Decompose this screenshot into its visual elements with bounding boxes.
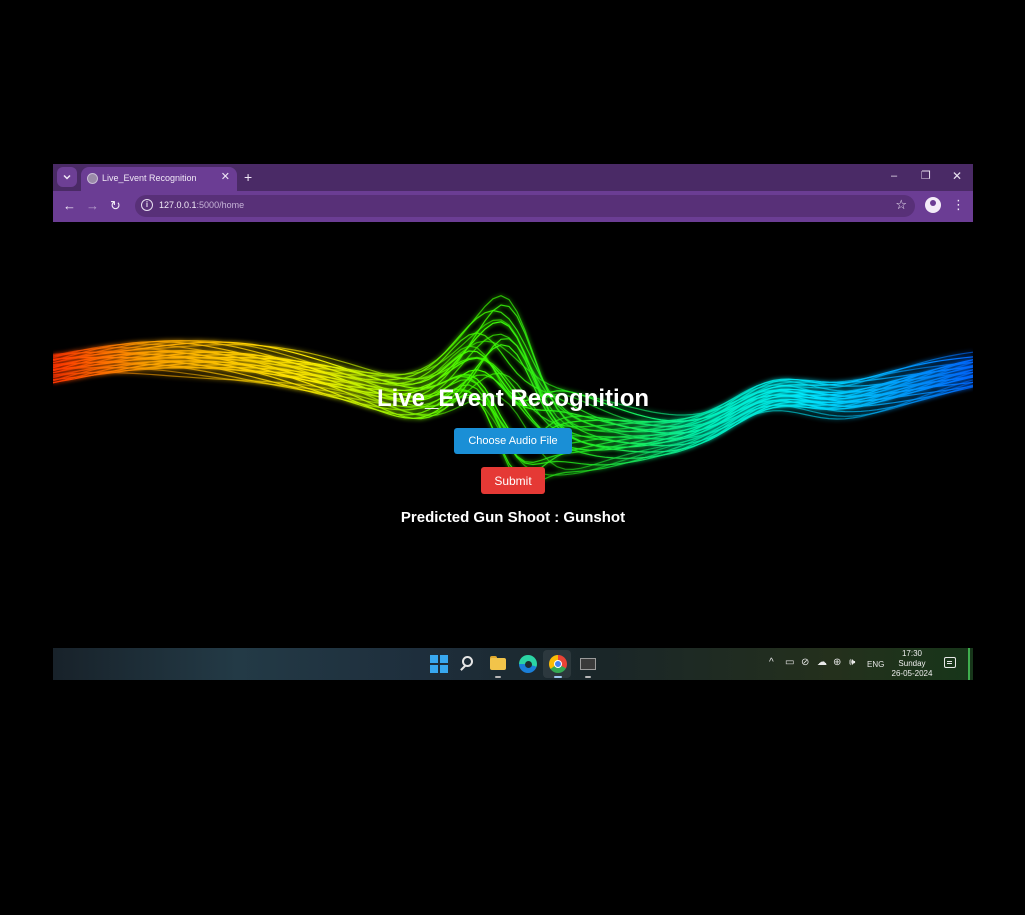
reload-button[interactable]: ↻ [110,198,121,214]
close-icon[interactable]: ✕ [221,170,230,184]
clock-time: 17:30 [887,649,937,659]
prediction-result: Predicted Gun Shoot : Gunshot [53,509,973,526]
browser-tab-strip: Live_Event Recognition ✕ + – ❐ ✕ [53,164,973,191]
clock-day: Sunday [887,659,937,669]
terminal-icon[interactable] [579,655,597,673]
running-indicator [554,676,562,678]
running-indicator [495,676,501,678]
wave-strand [53,320,973,431]
submit-button[interactable]: Submit [481,467,545,494]
tab-search-button[interactable] [57,167,77,187]
search-icon[interactable] [459,655,477,673]
address-bar[interactable]: i 127.0.0.1:5000/home ☆ [135,195,915,217]
url-path: :5000/home [197,200,245,210]
new-tab-button[interactable]: + [244,169,252,185]
windows-taskbar: ^ ▭ ⊘ ☁ ⊕ 🕪 ENG 17:30 Sunday 26-05-2024 [53,648,973,680]
battery-icon[interactable]: ▭ [785,657,794,669]
back-button[interactable]: ← [63,198,76,214]
browser-toolbar: ← → ↻ i 127.0.0.1:5000/home ☆ ⋮ [53,191,973,222]
globe-icon [87,173,98,184]
edge-icon[interactable] [519,655,537,673]
network-globe-icon[interactable]: ⊕ [833,657,841,669]
volume-icon[interactable]: 🕪 [849,657,855,669]
page-viewport: Live_Event Recognition Choose Audio File… [53,222,973,648]
camera-off-icon[interactable]: ⊘ [801,657,809,669]
url-text[interactable]: 127.0.0.1:5000/home [159,200,244,210]
choose-audio-file-button[interactable]: Choose Audio File [454,428,572,454]
running-indicator [585,676,591,678]
language-indicator[interactable]: ENG [867,659,884,671]
windows-start-icon[interactable] [430,655,448,673]
page-title: Live_Event Recognition [53,385,973,413]
chrome-icon[interactable] [549,655,567,673]
window-close-button[interactable]: ✕ [952,168,962,184]
minimize-button[interactable]: – [891,168,897,184]
wave-strand [53,311,973,432]
cloud-icon[interactable]: ☁ [817,657,827,669]
notification-icon[interactable] [944,657,956,668]
site-info-icon[interactable]: i [141,199,153,211]
menu-icon[interactable]: ⋮ [952,197,965,213]
show-desktop-strip[interactable] [968,648,970,680]
clock-date: 26-05-2024 [887,669,937,679]
chevron-down-icon [62,172,72,182]
tab-title: Live_Event Recognition [102,173,197,183]
profile-icon[interactable] [925,197,941,213]
star-icon[interactable]: ☆ [895,197,907,213]
restore-button[interactable]: ❐ [921,168,931,184]
forward-button[interactable]: → [86,198,99,214]
file-explorer-icon[interactable] [489,655,507,673]
chevron-up-icon[interactable]: ^ [769,657,774,669]
clock[interactable]: 17:30 Sunday 26-05-2024 [887,649,937,679]
browser-tab[interactable]: Live_Event Recognition ✕ [81,167,237,191]
desktop-screen: Live_Event Recognition ✕ + – ❐ ✕ ← → ↻ i… [53,164,973,680]
url-host: 127.0.0.1 [159,200,197,210]
